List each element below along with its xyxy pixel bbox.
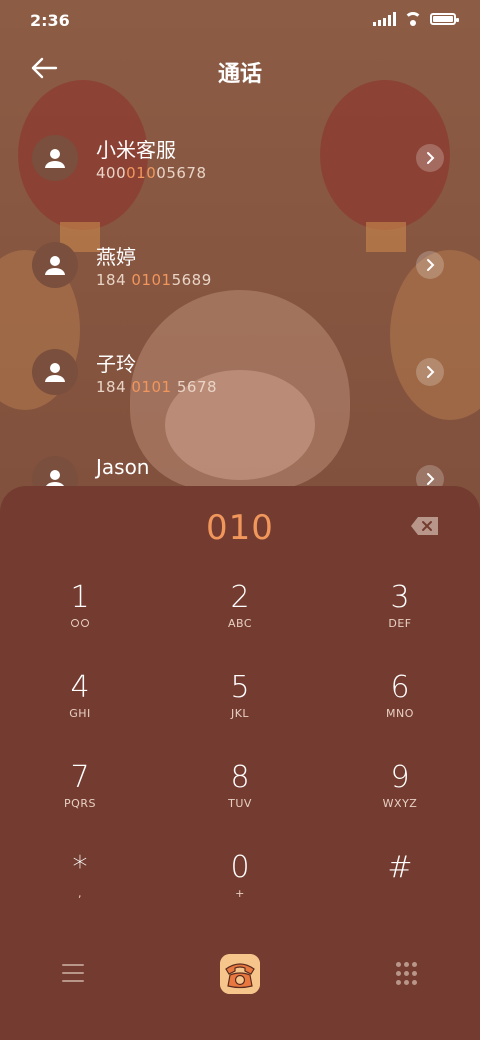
page-title: 通话 [217,62,262,87]
key-digit: 2 [230,580,250,615]
delete-button[interactable] [410,516,440,536]
chevron-right-icon [427,473,435,485]
signal-icon [373,12,396,26]
chevron-right-icon [427,152,435,164]
avatar [32,349,78,395]
voicemail-icon [71,619,89,627]
number-match: 0101 [131,271,172,289]
key-letters: DEF [388,617,412,630]
backspace-icon [411,517,438,535]
key-digit: 7 [70,760,90,795]
key-letters: WXYZ [382,797,418,810]
key-6[interactable]: 6 MNO [320,671,480,761]
contact-name: Jason [96,455,150,479]
menu-icon [62,964,84,982]
number-suffix: 05678 [156,164,207,182]
key-letters [0,617,160,630]
person-icon [45,149,65,168]
status-bar: 2:36 [0,0,480,42]
number-match: 0101 [131,378,172,396]
menu-button[interactable] [62,964,84,982]
contact-detail-button[interactable] [416,144,444,172]
contact-row[interactable]: 燕婷 184 01015689 [0,227,480,323]
key-digit: # [387,850,413,885]
key-9[interactable]: 9 WXYZ [320,761,480,851]
key-hash[interactable]: # [320,851,480,941]
call-button[interactable] [220,954,260,994]
contact-number: 40001005678 [96,164,207,182]
chevron-right-icon [427,259,435,271]
key-4[interactable]: 4 GHI [0,671,160,761]
key-digit: 6 [390,670,410,705]
telephone-icon [220,954,260,994]
key-digit: 9 [390,760,410,795]
number-suffix: 5678 [171,378,218,396]
avatar [32,242,78,288]
contact-name: 燕婷 [96,245,136,269]
key-1[interactable]: 1 [0,581,160,671]
status-icons [373,12,459,26]
key-digit: 0 [230,850,250,885]
key-letters: GHI [69,707,91,720]
dialer-bottom-bar [0,936,480,1016]
number-prefix: 184 [96,378,132,396]
contact-detail-button[interactable] [416,251,444,279]
key-digit: 3 [390,580,410,615]
number-prefix: 400 [96,164,127,182]
key-2[interactable]: 2 ABC [160,581,320,671]
contact-name: 小米客服 [96,138,176,162]
wifi-icon [404,12,422,26]
contact-row[interactable]: 子玲 184 0101 5678 [0,334,480,430]
dialpad-toggle-button[interactable] [396,962,418,986]
key-7[interactable]: 7 PQRS [0,761,160,851]
key-letters: + [235,887,245,900]
contact-row[interactable]: 小米客服 40001005678 [0,120,480,216]
number-suffix: 5689 [171,271,212,289]
key-star[interactable]: * , [0,851,160,941]
contact-number: 184 0101 5678 [96,378,217,396]
key-letters: , [78,887,82,900]
person-icon [45,363,65,382]
number-prefix: 184 [96,271,132,289]
key-digit: * [72,850,88,885]
dialed-number: 010 [206,508,274,548]
battery-icon [430,13,459,25]
status-time: 2:36 [30,11,70,30]
contact-detail-button[interactable] [416,358,444,386]
contact-name: 子玲 [96,352,136,376]
avatar [32,135,78,181]
key-digit: 5 [230,670,250,705]
key-letters: MNO [386,707,414,720]
key-letters: TUV [228,797,252,810]
key-3[interactable]: 3 DEF [320,581,480,671]
dialpad-icon [396,962,401,967]
key-digit: 1 [70,580,90,615]
key-letters: JKL [230,707,250,720]
key-digit: 8 [230,760,250,795]
chevron-right-icon [427,366,435,378]
key-letters: ABC [227,617,253,630]
key-5[interactable]: 5 JKL [160,671,320,761]
contact-number: 184 01015689 [96,271,212,289]
key-0[interactable]: 0 + [160,851,320,941]
number-match: 010 [126,164,157,182]
key-letters: PQRS [64,797,96,810]
key-digit: 4 [70,670,90,705]
dialer-panel: 010 1 2 ABC 3 DEF 4 GHI 5 JKL 6 MNO 7 PQ… [0,486,480,1040]
key-8[interactable]: 8 TUV [160,761,320,851]
person-icon [45,256,65,275]
